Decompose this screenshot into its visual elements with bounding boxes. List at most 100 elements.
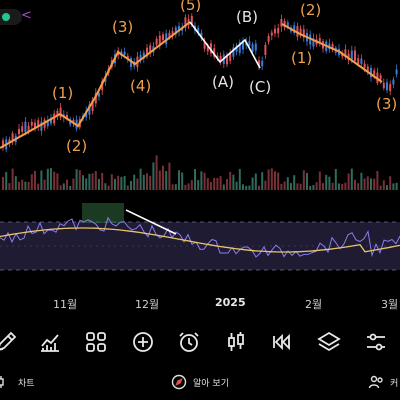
candle-body — [21, 126, 24, 132]
nav-chart[interactable]: 차트 — [0, 374, 35, 390]
volume-bar — [274, 171, 276, 190]
volume-bar — [280, 183, 283, 190]
volume-bar — [53, 171, 56, 190]
x-axis-label-2025: 2025 — [215, 296, 246, 309]
volume-bar — [168, 162, 171, 190]
volume-bar — [104, 183, 107, 190]
volume-bar — [110, 174, 113, 190]
volume-bar — [270, 168, 273, 190]
nav-quick-view[interactable]: 알아 보기 — [171, 374, 229, 390]
volume-bar — [24, 181, 27, 190]
volume-bar — [328, 176, 331, 190]
volume-bar — [283, 181, 286, 190]
volume-bar — [187, 183, 190, 190]
wave-label-a: (A) — [212, 73, 234, 91]
volume-bar — [331, 182, 334, 190]
sliders-icon[interactable] — [364, 330, 388, 354]
candle-body — [59, 107, 62, 118]
candle-body — [277, 27, 280, 34]
candle-body — [248, 41, 251, 46]
alarm-icon[interactable] — [177, 330, 201, 354]
nav-community-label: 커 — [390, 378, 399, 389]
volume-bar — [210, 181, 212, 190]
share-icon[interactable]: < — [21, 8, 32, 23]
candle-body — [379, 75, 382, 80]
wave-label-1: (1) — [52, 84, 74, 102]
volume-bar — [277, 172, 280, 190]
chart-canvas[interactable] — [0, 0, 400, 318]
volume-bar — [91, 173, 94, 190]
wave-label-b: (B) — [236, 8, 258, 26]
volume-bar — [27, 181, 30, 190]
candle-body — [155, 38, 158, 45]
volume-bar — [85, 178, 88, 190]
x-axis-label-dec: 12월 — [135, 298, 160, 311]
volume-bar — [222, 184, 225, 190]
volume-bar — [344, 182, 347, 190]
volume-bar — [162, 165, 164, 190]
volume-bar — [386, 185, 388, 190]
volume-bar — [178, 170, 180, 190]
pencil-icon[interactable] — [0, 330, 18, 354]
volume-bar — [142, 174, 145, 190]
volume-bar — [37, 183, 40, 190]
grid-icon[interactable] — [84, 330, 108, 354]
candle-body — [389, 84, 392, 92]
layers-icon[interactable] — [317, 330, 341, 354]
volume-bar — [5, 171, 8, 190]
wave-label-2b: (2) — [300, 1, 322, 19]
volume-bar — [133, 174, 136, 190]
volume-bar — [165, 171, 168, 190]
volume-bar — [232, 174, 235, 190]
volume-bar — [200, 171, 203, 190]
volume-bar — [46, 168, 49, 190]
nav-community[interactable]: 커 — [368, 374, 398, 390]
volume-bar — [101, 173, 104, 190]
candle-body — [386, 82, 388, 91]
volume-bar — [254, 173, 257, 190]
volume-bar — [245, 185, 248, 190]
volume-bar — [174, 184, 177, 190]
volume-bar — [296, 183, 299, 190]
candle-body — [382, 82, 385, 89]
volume-bar — [130, 180, 132, 190]
candle-body — [162, 34, 164, 41]
volume-bar — [334, 168, 337, 190]
volume-bar — [194, 169, 196, 190]
price-chart[interactable]: < (1) (2) (3) (4) (5) (A) (B) (C) (1) (2… — [0, 0, 400, 318]
candle-body — [123, 51, 126, 55]
volume-bar — [216, 177, 219, 190]
volume-bar — [382, 180, 385, 190]
volume-bar — [258, 185, 260, 190]
volume-bar — [56, 173, 59, 190]
volume-bar — [360, 172, 363, 190]
volume-bar — [66, 179, 68, 190]
line-chart-icon[interactable] — [38, 330, 62, 354]
candle-body — [354, 50, 356, 61]
volume-bar — [197, 180, 200, 190]
compass-icon — [171, 374, 187, 390]
volume-bar — [82, 175, 84, 190]
rewind-icon[interactable] — [270, 330, 294, 354]
volume-bar — [146, 173, 148, 190]
candle-body — [18, 128, 20, 135]
volume-bar — [69, 185, 72, 190]
wave-label-5: (5) — [180, 0, 202, 14]
volume-bar — [354, 179, 356, 190]
candlestick-icon[interactable] — [224, 330, 248, 354]
volume-bar — [395, 182, 398, 190]
volume-bar — [366, 176, 369, 190]
indicator-toggle[interactable]: < — [0, 8, 32, 25]
volume-bar — [315, 182, 318, 190]
volume-bar — [149, 175, 152, 190]
volume-bar — [2, 176, 4, 190]
candle-body — [363, 63, 366, 68]
volume-bar — [155, 155, 158, 190]
candle-body — [350, 50, 353, 60]
volume-bar — [78, 170, 81, 190]
volume-bar — [139, 168, 142, 190]
volume-bar — [373, 178, 376, 190]
plus-circle-icon[interactable] — [131, 330, 155, 354]
volume-bar — [107, 185, 110, 190]
wave-label-4: (4) — [130, 77, 152, 95]
